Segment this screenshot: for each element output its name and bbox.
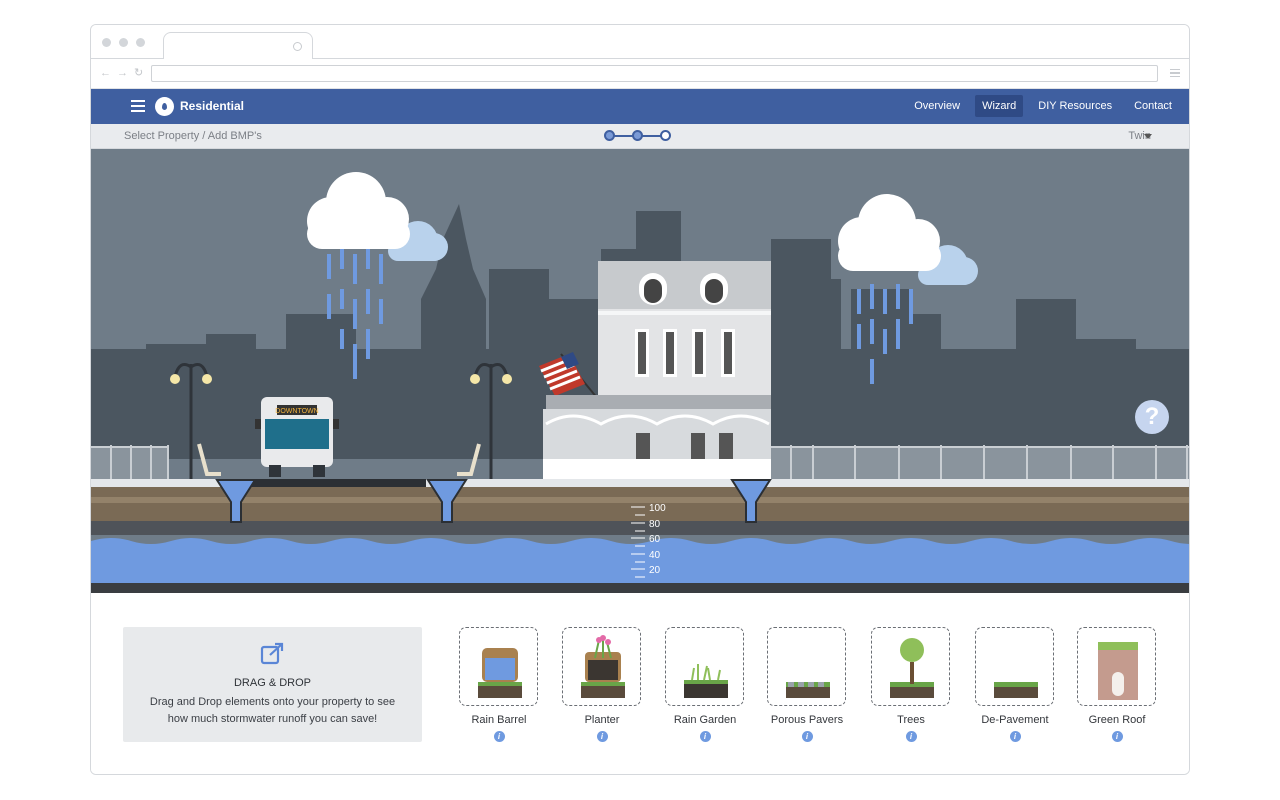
ground-base [91,583,1189,593]
trees-card[interactable] [871,627,950,706]
green-roof-card[interactable] [1077,627,1156,706]
browser-nav-buttons: ← → ↻ [100,67,143,79]
close-window-dot[interactable] [102,38,111,47]
minimize-window-dot[interactable] [119,38,128,47]
address-bar[interactable] [151,65,1158,82]
info-icon[interactable]: i [699,731,711,742]
bmp-label-green-roof: Green Roof [1088,714,1146,726]
gauge-label-60: 60 [649,534,661,545]
de-pavement-card[interactable] [975,627,1054,706]
porous-pavers-icon [786,682,830,698]
fence-left [91,445,169,480]
bmp-rain-barrel[interactable]: Rain Barrel i [459,627,539,742]
stormwater-scene[interactable]: DOWNTOWN 100 80 60 40 20 [91,149,1189,593]
bus: DOWNTOWN [255,397,339,477]
bmp-de-pavement[interactable]: De-Pavement i [975,627,1055,742]
drag-drop-instructions: DRAG & DROP Drag and Drop elements onto … [123,627,422,742]
back-arrow-icon[interactable]: ← [100,67,111,79]
bmp-rain-garden[interactable]: Rain Garden i [665,627,745,742]
road [246,479,426,487]
browser-window: ← → ↻ Residential Overview Wizard DIY Re… [90,24,1190,775]
app-title: Residential [180,99,245,113]
wizard-subbar: Select Property / Add BMP's Twin [91,124,1189,149]
bmp-label-trees: Trees [897,714,925,726]
nav-overview[interactable]: Overview [907,95,967,117]
wizard-progress-steps [604,130,671,142]
rain-barrel-icon [478,648,522,698]
gauge-label-80: 80 [649,519,661,530]
breadcrumb: Select Property / Add BMP's [124,130,262,142]
green-roof-icon [1098,642,1138,700]
step-2-dot[interactable] [632,130,643,141]
water-drop-logo-icon [155,97,174,116]
main-nav: Overview Wizard DIY Resources Contact [907,95,1179,117]
de-pavement-icon [994,682,1038,698]
nav-diy-resources[interactable]: DIY Resources [1031,95,1119,117]
nav-contact[interactable]: Contact [1127,95,1179,117]
fence-right [771,445,1189,480]
step-3-dot[interactable] [660,130,671,141]
planter-icon [581,635,625,698]
bmp-planter[interactable]: Planter i [562,627,642,742]
rain-garden-card[interactable] [665,627,744,706]
bmp-green-roof[interactable]: Green Roof i [1077,627,1157,742]
drag-drop-title: DRAG & DROP [233,677,311,689]
rain-garden-icon [684,664,728,698]
bmp-label-de-pavement: De-Pavement [981,714,1049,726]
soil-layer [91,487,1189,523]
planter-card[interactable] [562,627,641,706]
bmp-label-planter: Planter [584,714,620,726]
hamburger-menu-icon[interactable] [131,100,145,112]
info-icon[interactable]: i [1009,731,1021,742]
info-icon[interactable]: i [801,731,813,742]
window-controls [102,38,145,47]
gauge-label-40: 40 [649,550,661,561]
bmp-porous-pavers[interactable]: Porous Pavers i [767,627,847,742]
maximize-window-dot[interactable] [136,38,145,47]
bmp-label-rain-barrel: Rain Barrel [471,714,527,726]
forward-arrow-icon[interactable]: → [117,67,128,79]
reload-icon[interactable]: ↻ [134,67,143,79]
info-icon[interactable]: i [1111,731,1123,742]
bmp-label-rain-garden: Rain Garden [673,714,737,726]
rain-barrel-card[interactable] [459,627,538,706]
bus-destination-sign: DOWNTOWN [275,408,318,415]
drag-drop-text: Drag and Drop elements onto your propert… [149,696,396,725]
info-icon[interactable]: i [493,731,505,742]
browser-tab[interactable] [163,32,313,60]
scene-illustration: DOWNTOWN 100 80 60 40 20 [91,149,1189,593]
external-drag-icon [260,642,284,665]
help-question-icon[interactable]: ? [1135,400,1169,434]
nav-wizard[interactable]: Wizard [975,95,1024,117]
info-icon[interactable]: i [905,731,917,742]
tree-icon [890,638,934,698]
browser-tabbar [91,25,1189,60]
porous-pavers-card[interactable] [767,627,846,706]
browser-toolbar: ← → ↻ [91,59,1189,89]
bmp-trees[interactable]: Trees i [871,627,951,742]
info-icon[interactable]: i [596,731,608,742]
gauge-label-20: 20 [649,565,661,576]
bmp-toolbar: DRAG & DROP Drag and Drop elements onto … [91,593,1189,774]
browser-menu-icon[interactable] [1170,69,1180,77]
tab-close-icon[interactable] [293,42,302,51]
chevron-down-icon[interactable] [1144,134,1152,139]
app-header: Residential Overview Wizard DIY Resource… [91,89,1189,124]
gauge-label-100: 100 [649,503,666,514]
step-1-dot[interactable] [604,130,615,141]
bmp-label-porous-pavers: Porous Pavers [770,714,844,726]
